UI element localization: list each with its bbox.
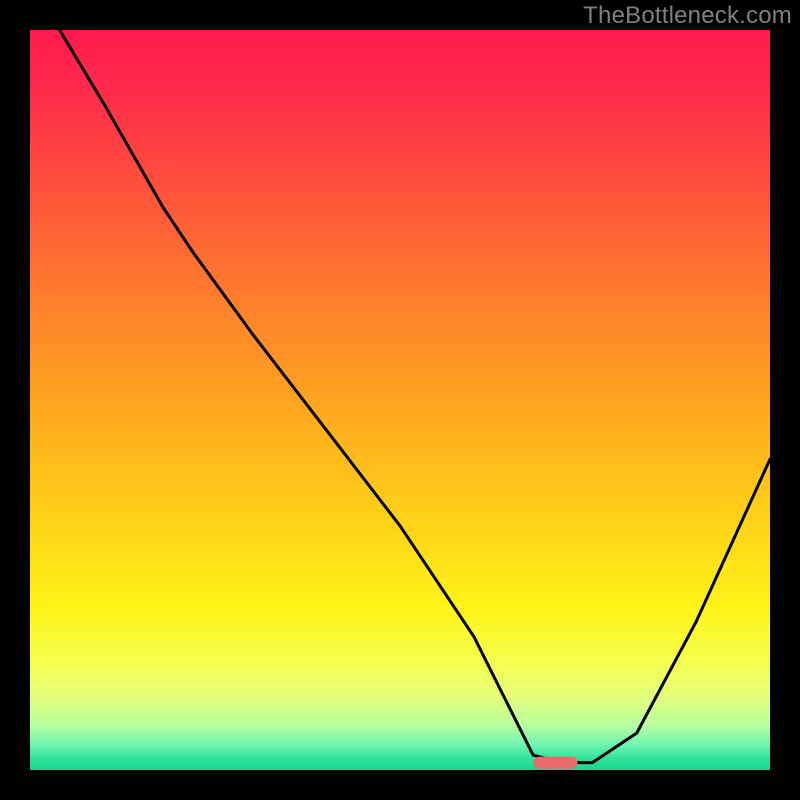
chart-svg [30,30,770,770]
chart-plot [30,30,770,770]
chart-frame: TheBottleneck.com [0,0,800,800]
valley-marker [533,757,577,769]
watermark-text: TheBottleneck.com [583,2,792,30]
gradient-background [30,30,770,770]
